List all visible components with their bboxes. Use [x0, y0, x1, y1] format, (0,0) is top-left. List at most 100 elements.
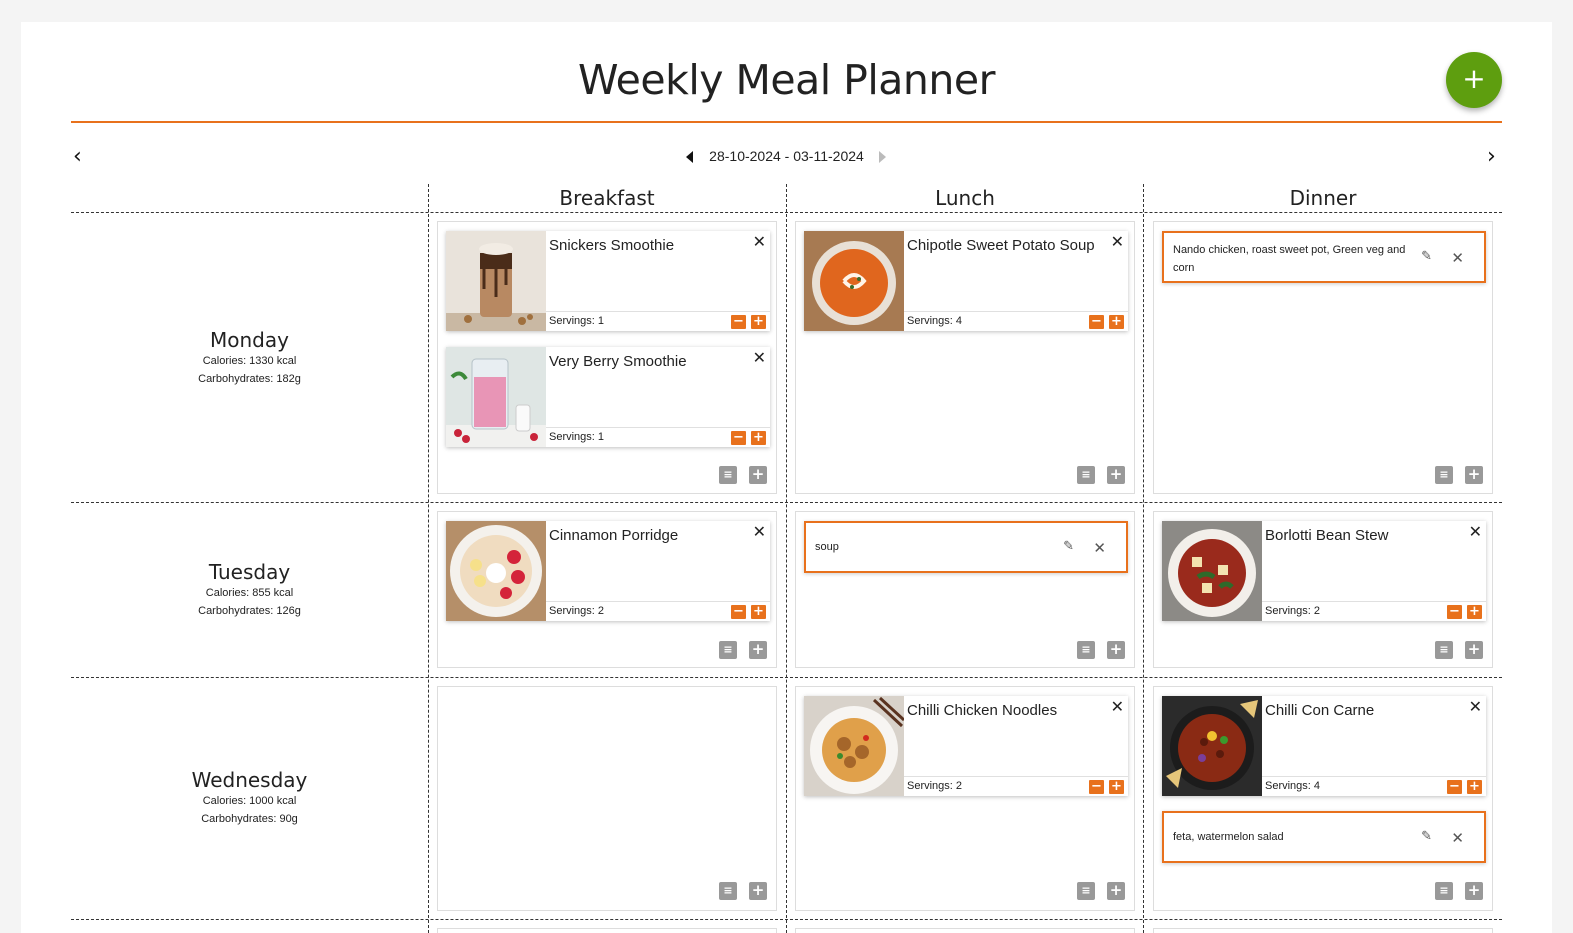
meal-slot-wednesday-lunch[interactable]: Chilli Chicken Noodles ✕ Servings: 2 − +…: [795, 686, 1135, 911]
add-recipe-icon[interactable]: +: [1465, 882, 1483, 900]
grid-divider: [71, 502, 1502, 503]
minus-icon[interactable]: −: [731, 431, 746, 445]
servings-label: Servings: 2: [907, 780, 963, 792]
day-carbs: Carbohydrates: 182g: [198, 373, 301, 385]
servings-label: Servings: 1: [549, 315, 605, 327]
add-note-icon[interactable]: ≡: [1077, 641, 1095, 659]
grid-divider: [428, 184, 429, 933]
add-recipe-icon[interactable]: +: [1465, 466, 1483, 484]
recipe-image: [446, 521, 546, 621]
add-recipe-icon[interactable]: +: [749, 882, 767, 900]
plus-icon[interactable]: +: [751, 431, 766, 445]
pencil-icon[interactable]: ✎: [1063, 539, 1074, 554]
note-text: Nando chicken, roast sweet pot, Green ve…: [1173, 244, 1406, 274]
recipe-card[interactable]: Borlotti Bean Stew ✕ Servings: 2 − +: [1162, 521, 1486, 621]
servings-bar: Servings: 1 − +: [546, 427, 770, 447]
minus-icon[interactable]: −: [731, 605, 746, 619]
day-name: Tuesday: [208, 560, 291, 584]
minus-icon[interactable]: −: [731, 315, 746, 329]
close-icon[interactable]: ✕: [1451, 249, 1464, 267]
meal-slot-next-breakfast[interactable]: [437, 928, 777, 933]
add-recipe-icon[interactable]: +: [1107, 641, 1125, 659]
minus-icon[interactable]: −: [1089, 780, 1104, 794]
recipe-card[interactable]: Chilli Chicken Noodles ✕ Servings: 2 − +: [804, 696, 1128, 796]
meal-slot-monday-breakfast[interactable]: Snickers Smoothie ✕ Servings: 1 − + Very…: [437, 221, 777, 494]
plus-icon[interactable]: +: [751, 605, 766, 619]
recipe-title[interactable]: Chipotle Sweet Potato Soup: [907, 237, 1095, 254]
servings-bar: Servings: 2 − +: [904, 776, 1128, 796]
recipe-card[interactable]: Cinnamon Porridge ✕ Servings: 2 − +: [446, 521, 770, 621]
add-note-icon[interactable]: ≡: [1435, 882, 1453, 900]
add-recipe-icon[interactable]: +: [749, 641, 767, 659]
add-note-icon[interactable]: ≡: [1077, 882, 1095, 900]
date-range: 28-10-2024 - 03-11-2024: [709, 148, 864, 164]
meal-slot-monday-lunch[interactable]: Chipotle Sweet Potato Soup ✕ Servings: 4…: [795, 221, 1135, 494]
recipe-card[interactable]: Chilli Con Carne ✕ Servings: 4 − +: [1162, 696, 1486, 796]
plus-icon[interactable]: +: [1109, 780, 1124, 794]
recipe-image: [804, 231, 904, 331]
close-icon[interactable]: ✕: [1111, 697, 1124, 716]
recipe-title[interactable]: Chilli Con Carne: [1265, 702, 1374, 719]
meal-slot-next-lunch[interactable]: [795, 928, 1135, 933]
add-button[interactable]: +: [1446, 52, 1502, 108]
day-carbs: Carbohydrates: 90g: [201, 813, 298, 825]
meal-slot-tuesday-lunch[interactable]: soup ✎ ✕ ≡ +: [795, 511, 1135, 668]
plus-icon[interactable]: +: [1467, 605, 1482, 619]
note-card[interactable]: soup ✎ ✕: [804, 521, 1128, 573]
day-calories: Calories: 855 kcal: [205, 587, 294, 599]
plus-icon[interactable]: +: [751, 315, 766, 329]
pencil-icon[interactable]: ✎: [1421, 829, 1432, 844]
note-card[interactable]: feta, watermelon salad ✎ ✕: [1162, 811, 1486, 863]
pencil-icon[interactable]: ✎: [1421, 249, 1432, 264]
recipe-card[interactable]: Very Berry Smoothie ✕ Servings: 1 − +: [446, 347, 770, 447]
close-icon[interactable]: ✕: [1469, 522, 1482, 541]
meal-slot-next-dinner[interactable]: [1153, 928, 1493, 933]
minus-icon[interactable]: −: [1447, 780, 1462, 794]
minus-icon[interactable]: −: [1447, 605, 1462, 619]
close-icon[interactable]: ✕: [753, 522, 766, 541]
add-recipe-icon[interactable]: +: [1107, 466, 1125, 484]
add-note-icon[interactable]: ≡: [1077, 466, 1095, 484]
close-icon[interactable]: ✕: [753, 348, 766, 367]
recipe-title[interactable]: Snickers Smoothie: [549, 237, 674, 254]
close-icon[interactable]: ✕: [753, 232, 766, 251]
grid-divider: [71, 677, 1502, 678]
recipe-title[interactable]: Very Berry Smoothie: [549, 353, 687, 370]
add-recipe-icon[interactable]: +: [1107, 882, 1125, 900]
recipe-card[interactable]: Snickers Smoothie ✕ Servings: 1 − +: [446, 231, 770, 331]
meal-slot-tuesday-dinner[interactable]: Borlotti Bean Stew ✕ Servings: 2 − + ≡ +: [1153, 511, 1493, 668]
meal-slot-monday-dinner[interactable]: Nando chicken, roast sweet pot, Green ve…: [1153, 221, 1493, 494]
day-label-monday: Monday Calories: 1330 kcal Carbohydrates…: [71, 328, 428, 388]
note-card[interactable]: Nando chicken, roast sweet pot, Green ve…: [1162, 231, 1486, 283]
next-date-arrow-icon[interactable]: [879, 151, 886, 163]
add-recipe-icon[interactable]: +: [749, 466, 767, 484]
servings-bar: Servings: 4 − +: [1262, 776, 1486, 796]
close-icon[interactable]: ✕: [1111, 232, 1124, 251]
note-text: feta, watermelon salad: [1173, 831, 1284, 843]
close-icon[interactable]: ✕: [1469, 697, 1482, 716]
meal-slot-tuesday-breakfast[interactable]: Cinnamon Porridge ✕ Servings: 2 − + ≡ +: [437, 511, 777, 668]
add-note-icon[interactable]: ≡: [719, 641, 737, 659]
recipe-card[interactable]: Chipotle Sweet Potato Soup ✕ Servings: 4…: [804, 231, 1128, 331]
meal-slot-wednesday-breakfast[interactable]: ≡ +: [437, 686, 777, 911]
meal-slot-wednesday-dinner[interactable]: Chilli Con Carne ✕ Servings: 4 − + feta,…: [1153, 686, 1493, 911]
add-note-icon[interactable]: ≡: [1435, 641, 1453, 659]
recipe-title[interactable]: Cinnamon Porridge: [549, 527, 678, 544]
plus-icon[interactable]: +: [1109, 315, 1124, 329]
recipe-title[interactable]: Chilli Chicken Noodles: [907, 702, 1057, 719]
add-note-icon[interactable]: ≡: [1435, 466, 1453, 484]
day-name: Monday: [210, 328, 289, 352]
minus-icon[interactable]: −: [1089, 315, 1104, 329]
close-icon[interactable]: ✕: [1093, 539, 1106, 557]
add-recipe-icon[interactable]: +: [1465, 641, 1483, 659]
add-note-icon[interactable]: ≡: [719, 882, 737, 900]
add-note-icon[interactable]: ≡: [719, 466, 737, 484]
servings-label: Servings: 4: [1265, 780, 1321, 792]
grid-divider: [71, 919, 1502, 920]
column-header-dinner: Dinner: [1289, 186, 1357, 210]
recipe-title[interactable]: Borlotti Bean Stew: [1265, 527, 1388, 544]
column-header-lunch: Lunch: [935, 186, 995, 210]
close-icon[interactable]: ✕: [1451, 829, 1464, 847]
plus-icon[interactable]: +: [1467, 780, 1482, 794]
note-text: soup: [815, 541, 839, 553]
